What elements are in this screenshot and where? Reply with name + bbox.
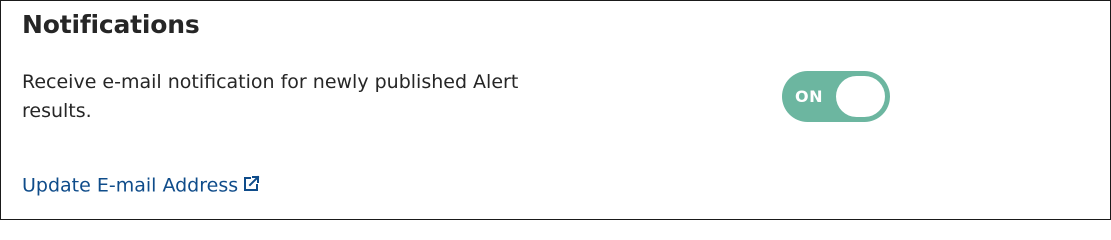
notifications-panel: Notifications Receive e-mail notificatio… [0,0,1111,220]
external-link-icon [244,175,260,191]
update-email-link-label: Update E-mail Address [22,174,239,197]
update-email-link[interactable]: Update E-mail Address [22,171,260,200]
section-title: Notifications [22,10,200,39]
toggle-state-label: ON [795,87,823,106]
email-notification-toggle[interactable]: ON [782,71,890,122]
notification-description: Receive e-mail notification for newly pu… [22,71,519,122]
toggle-knob [836,76,885,117]
